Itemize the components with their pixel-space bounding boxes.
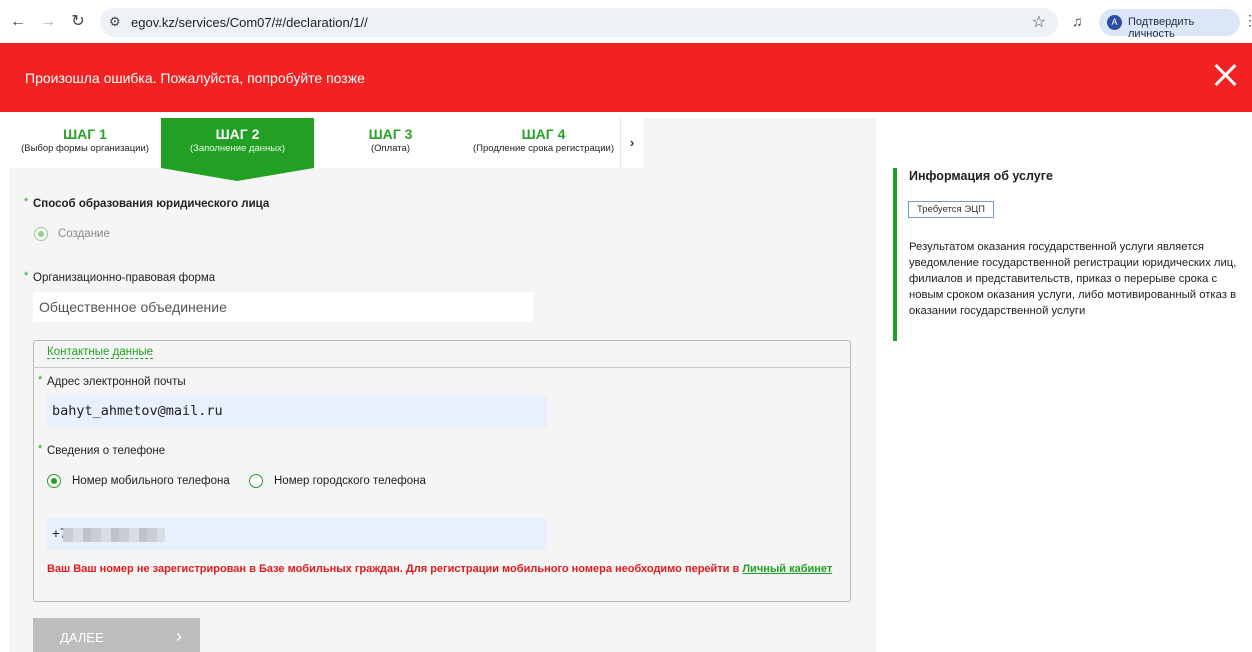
error-message: Произошла ошибка. Пожалуйста, попробуйте… — [25, 70, 365, 86]
browser-toolbar: ← → ↻ ⚙ egov.kz/services/Com07/#/declara… — [0, 0, 1252, 43]
step-2-title: ШАГ 2 — [215, 126, 260, 142]
mobile-phone-radio[interactable] — [47, 474, 61, 488]
step-3-subtitle: (Оплата) — [370, 143, 410, 154]
chevron-right-icon: › — [176, 626, 182, 646]
personal-cabinet-link[interactable]: Личный кабинет — [742, 563, 832, 575]
phone-label: Сведения о телефоне — [47, 445, 166, 457]
service-info-description: Результатом оказания государственной усл… — [909, 241, 1237, 317]
site-settings-icon[interactable]: ⚙ — [109, 14, 121, 30]
mobile-phone-label[interactable]: Номер мобильного телефона — [72, 475, 230, 487]
step-1-subtitle: (Выбор формы организации) — [21, 143, 149, 154]
phone-warning: Ваш Ваш номер не зарегистрирован в Базе … — [47, 563, 832, 575]
step-1-title: ШАГ 1 — [63, 126, 107, 142]
reload-icon[interactable]: ↻ — [68, 12, 88, 32]
required-marker: * — [24, 270, 29, 282]
legal-form-label: Организационно-правовая форма — [33, 272, 216, 284]
step-3[interactable]: ШАГ 3 (Оплата) — [314, 118, 467, 168]
next-button-label: ДАЛЕЕ — [60, 630, 104, 645]
step-3-title: ШАГ 3 — [368, 126, 413, 142]
service-info-accent-bar — [893, 168, 897, 341]
phone-warning-text: Ваш Ваш номер не зарегистрирован в Базе … — [47, 563, 740, 575]
formation-option-radio — [34, 227, 48, 241]
email-field[interactable]: bahyt_ahmetov@mail.ru — [46, 395, 547, 427]
step-2-subtitle: (Заполнение данных) — [189, 143, 285, 154]
bookmark-star-icon[interactable]: ☆ — [1032, 12, 1046, 32]
url-text[interactable]: egov.kz/services/Com07/#/declaration/1// — [131, 15, 368, 30]
media-controls-icon[interactable]: ♫ — [1072, 13, 1083, 29]
eds-required-badge: Требуется ЭЦП — [908, 201, 994, 218]
formation-option-label: Создание — [58, 228, 110, 240]
close-icon[interactable] — [1213, 63, 1237, 87]
next-button[interactable]: ДАЛЕЕ › — [33, 618, 200, 652]
back-arrow-icon[interactable]: ← — [8, 12, 28, 32]
step-4-subtitle: (Продление срока регистрации) — [472, 143, 615, 154]
step-4[interactable]: ШАГ 4 (Продление срока регистрации) — [467, 118, 620, 168]
formation-method-label: Способ образования юридического лица — [33, 198, 270, 210]
required-marker: * — [24, 196, 29, 208]
required-marker: * — [38, 443, 43, 455]
phone-number-redacted — [63, 528, 165, 542]
landline-phone-radio[interactable] — [249, 474, 263, 488]
step-1[interactable]: ШАГ 1 (Выбор формы организации) — [9, 118, 161, 168]
verify-identity-button[interactable]: A Подтвердить личность — [1099, 9, 1240, 40]
error-banner: Произошла ошибка. Пожалуйста, попробуйте… — [0, 43, 1252, 112]
landline-phone-label[interactable]: Номер городского телефона — [274, 475, 426, 487]
profile-avatar-icon: A — [1107, 15, 1122, 30]
address-bar[interactable]: ⚙ egov.kz/services/Com07/#/declaration/1… — [100, 8, 1058, 37]
browser-menu-icon[interactable]: ⋮ — [1243, 12, 1252, 29]
contacts-legend: Контактные данные — [47, 346, 154, 359]
service-info-title: Информация об услуге — [909, 169, 1053, 183]
required-marker: * — [38, 374, 43, 386]
steps-bar: ШАГ 1 (Выбор формы организации) ШАГ 2 (З… — [9, 118, 643, 181]
step-2[interactable]: ШАГ 2 (Заполнение данных) — [161, 118, 314, 181]
steps-next-chevron-icon[interactable]: › — [620, 118, 643, 168]
verify-identity-label: Подтвердить личность — [1128, 16, 1195, 40]
legal-form-field[interactable]: Общественное объединение — [33, 292, 533, 322]
step-4-title: ШАГ 4 — [521, 126, 566, 142]
email-label: Адрес электронной почты — [47, 376, 186, 388]
forward-arrow-icon[interactable]: → — [38, 12, 58, 32]
fieldset-divider — [33, 367, 851, 368]
